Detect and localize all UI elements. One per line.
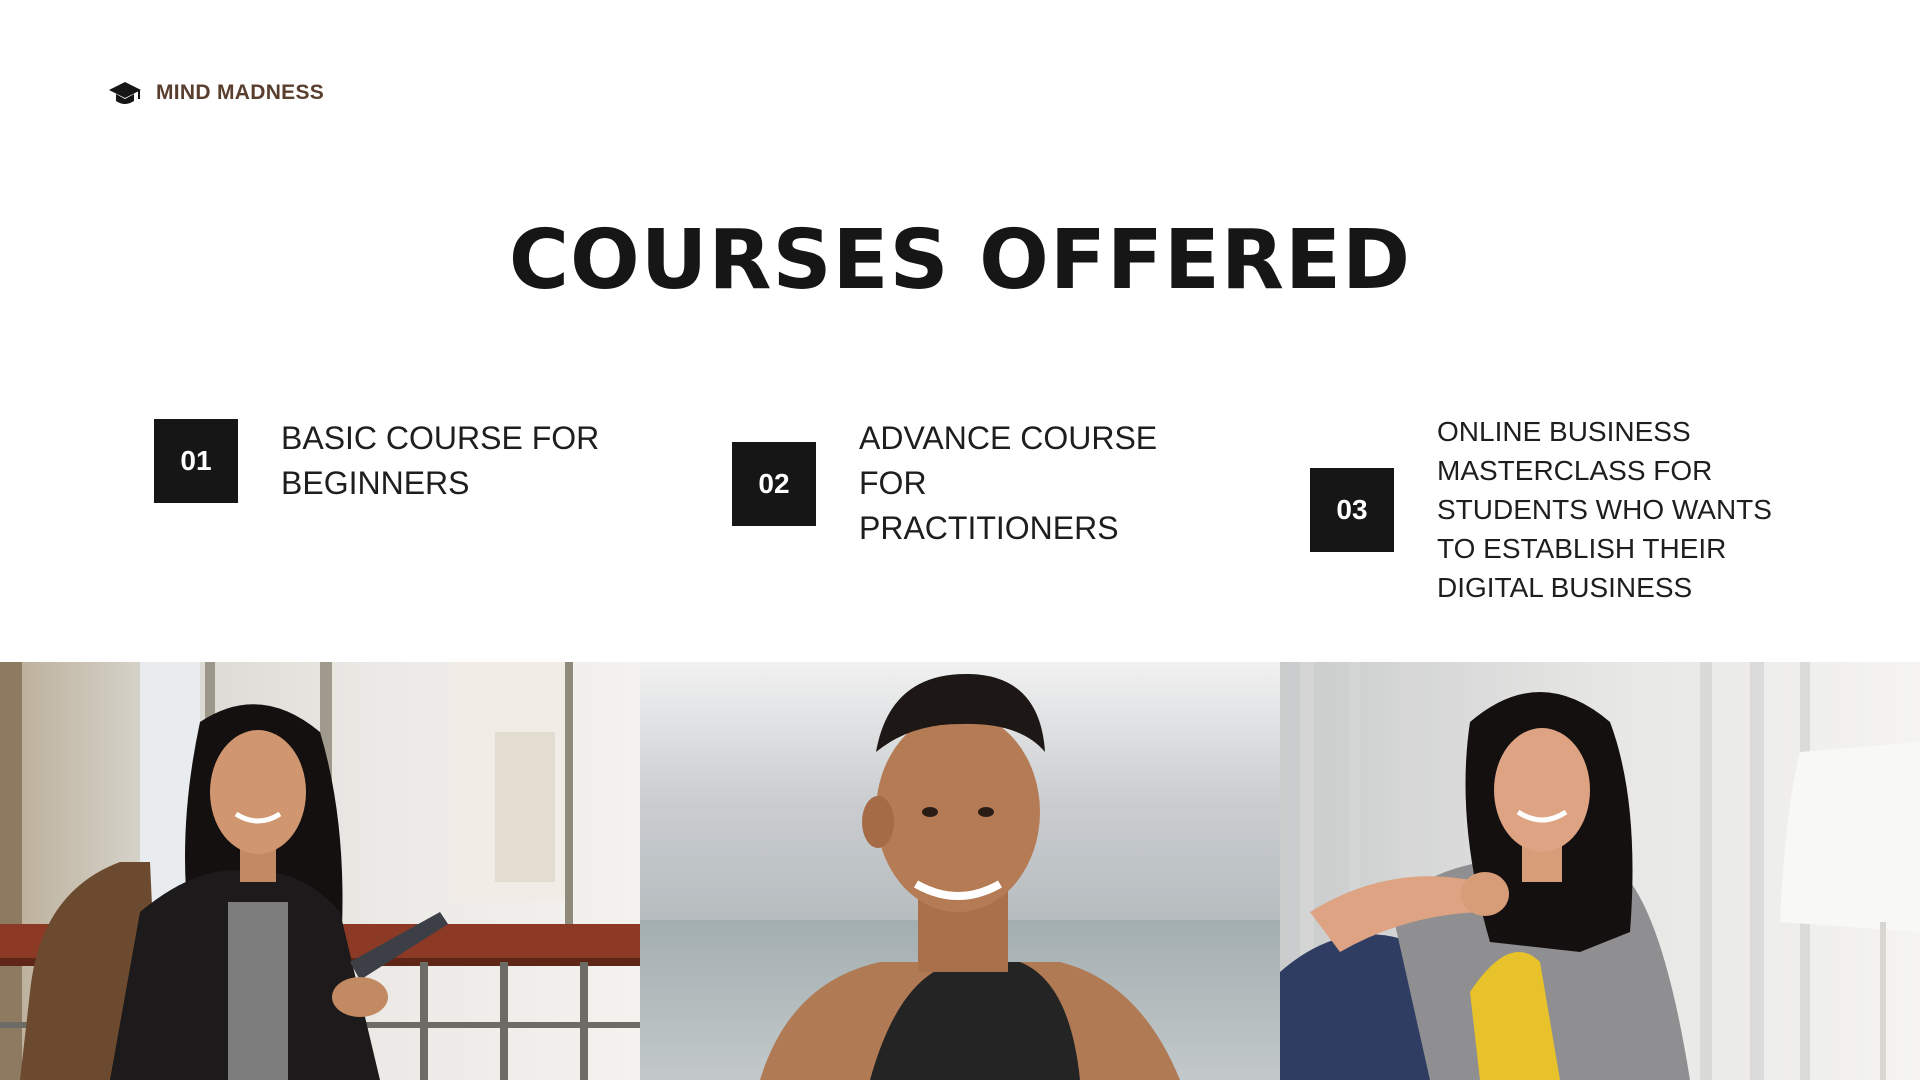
course-item-1: 01 BASIC COURSE FOR BEGINNERS (154, 416, 621, 506)
slide: MIND MADNESS COURSES OFFERED 01 BASIC CO… (0, 0, 1920, 1080)
course-item-2: 02 ADVANCE COURSE FOR PRACTITIONERS (732, 416, 1189, 551)
course-label: BASIC COURSE FOR BEGINNERS (281, 420, 600, 501)
woman-sitting-photo (1280, 662, 1920, 1080)
course-label: ONLINE BUSINESS MASTERCLASS FOR STUDENTS… (1437, 416, 1772, 603)
course-number-badge: 03 (1310, 467, 1394, 552)
course-number-badge: 02 (732, 441, 816, 526)
photo-strip (0, 662, 1920, 1080)
course-item-3: 03 ONLINE BUSINESS MASTERCLASS FOR STUDE… (1310, 412, 1777, 607)
course-number-badge: 01 (154, 419, 238, 503)
page-title: COURSES OFFERED (508, 213, 1412, 308)
brand: MIND MADNESS (108, 76, 324, 110)
course-label: ADVANCE COURSE FOR PRACTITIONERS (859, 420, 1158, 546)
brand-name: MIND MADNESS (156, 81, 325, 104)
student-woman-photo (0, 662, 640, 1080)
smiling-man-photo (640, 662, 1280, 1080)
graduation-cap-icon (109, 82, 141, 104)
